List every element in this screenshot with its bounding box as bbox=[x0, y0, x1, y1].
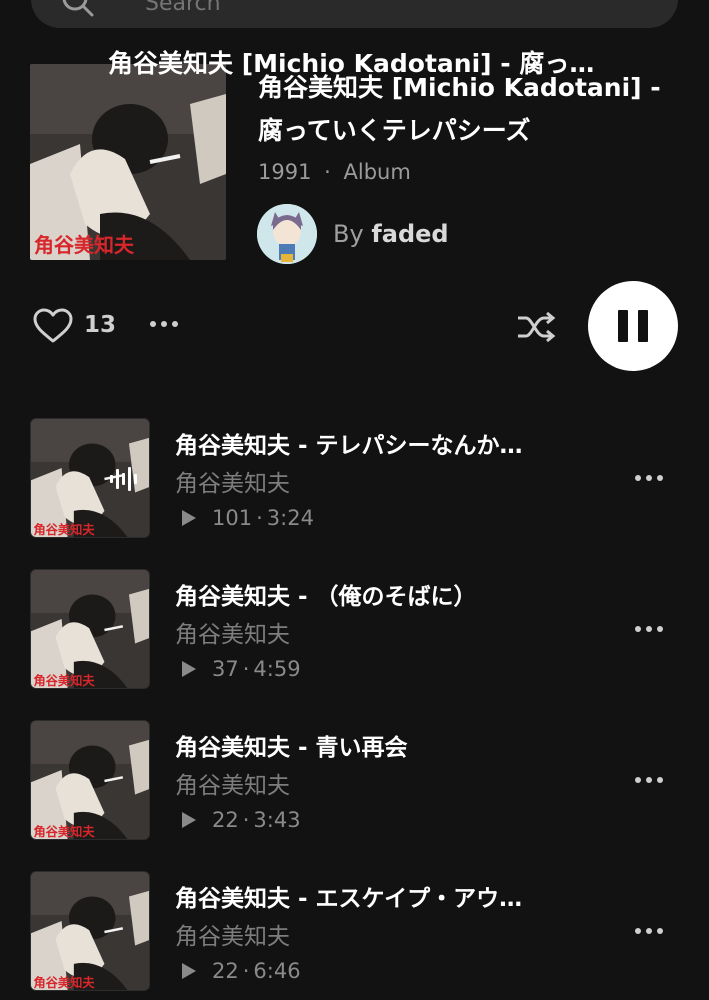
track-cover-text: 角谷美知夫 bbox=[33, 673, 95, 688]
search-bar[interactable] bbox=[31, 0, 678, 28]
by-label: By bbox=[333, 220, 364, 248]
now-playing-equalizer-icon bbox=[110, 467, 137, 491]
play-count-icon bbox=[182, 812, 196, 828]
more-icon[interactable] bbox=[634, 772, 664, 788]
track-title: 角谷美知夫 - 青い再会 bbox=[175, 735, 408, 761]
track-cover-art: 角谷美知夫 bbox=[31, 721, 149, 839]
search-input[interactable] bbox=[143, 0, 547, 17]
track-stats: 22 · 6:46 bbox=[180, 959, 301, 983]
track-stat-separator: · bbox=[242, 657, 250, 681]
track-cover-art: 角谷美知夫 bbox=[31, 570, 149, 688]
pause-button[interactable] bbox=[588, 281, 678, 371]
track-cover-text: 角谷美知夫 bbox=[33, 975, 95, 990]
track-thumbnail: 角谷美知夫 bbox=[30, 569, 150, 689]
track-duration: 4:59 bbox=[253, 657, 301, 681]
play-count-icon bbox=[182, 661, 196, 677]
play-count-icon bbox=[182, 510, 196, 526]
track-duration: 3:43 bbox=[253, 808, 301, 832]
heart-icon[interactable] bbox=[33, 308, 73, 344]
album-cover-art: 角谷美知夫 bbox=[30, 64, 226, 260]
track-artist: 角谷美知夫 bbox=[175, 773, 290, 799]
track-stats: 37 · 4:59 bbox=[180, 657, 301, 681]
track-stat-separator: · bbox=[256, 506, 263, 530]
owner-name[interactable]: faded bbox=[371, 220, 448, 248]
track-thumbnail: 角谷美知夫 bbox=[30, 418, 150, 538]
cover-text: 角谷美知夫 bbox=[34, 233, 135, 257]
album-meta: 1991 · Album bbox=[258, 160, 411, 184]
play-count-icon bbox=[182, 963, 196, 979]
track-row[interactable]: 角谷美知夫 角谷美知夫 - エスケイプ・アウ… 角谷美知夫 22 · 6:46 bbox=[0, 871, 709, 993]
like-count: 13 bbox=[84, 312, 117, 338]
album-title: 角谷美知夫 [Michio Kadotani] - 腐っていくテレパシーズ bbox=[258, 73, 661, 145]
avatar[interactable] bbox=[257, 204, 317, 264]
more-icon[interactable] bbox=[634, 470, 664, 486]
search-icon bbox=[62, 0, 94, 17]
track-row[interactable]: 角谷美知夫 角谷美知夫 - テレパシーなんか… 角谷美知夫 101 · 3:24 bbox=[0, 418, 709, 540]
track-title: 角谷美知夫 - エスケイプ・アウ… bbox=[175, 886, 523, 912]
track-artist: 角谷美知夫 bbox=[175, 924, 290, 950]
owner-line[interactable]: By faded bbox=[333, 220, 449, 248]
track-plays: 37 bbox=[212, 657, 239, 681]
album-cover: 角谷美知夫 bbox=[30, 64, 226, 260]
track-duration: 6:46 bbox=[253, 959, 301, 983]
avatar-image bbox=[257, 204, 317, 264]
track-title: 角谷美知夫 - テレパシーなんか… bbox=[175, 433, 523, 459]
track-artist: 角谷美知夫 bbox=[175, 622, 290, 648]
pause-icon-bar bbox=[638, 310, 648, 342]
track-row[interactable]: 角谷美知夫 角谷美知夫 - 青い再会 角谷美知夫 22 · 3:43 bbox=[0, 720, 709, 842]
more-icon[interactable] bbox=[634, 923, 664, 939]
track-title: 角谷美知夫 - （俺のそばに） bbox=[175, 584, 477, 610]
track-duration: 3:24 bbox=[266, 506, 314, 530]
track-thumbnail: 角谷美知夫 bbox=[30, 720, 150, 840]
shuffle-icon[interactable] bbox=[516, 310, 556, 344]
track-cover-text: 角谷美知夫 bbox=[33, 824, 95, 839]
track-row[interactable]: 角谷美知夫 角谷美知夫 - （俺のそばに） 角谷美知夫 37 · 4:59 bbox=[0, 569, 709, 691]
more-icon[interactable] bbox=[634, 621, 664, 637]
pause-icon bbox=[618, 310, 628, 342]
track-cover-art: 角谷美知夫 bbox=[31, 872, 149, 990]
track-artist: 角谷美知夫 bbox=[175, 471, 290, 497]
track-stats: 101 · 3:24 bbox=[180, 506, 314, 530]
track-plays: 101 bbox=[212, 506, 253, 530]
album-year: 1991 bbox=[258, 160, 312, 184]
track-stat-separator: · bbox=[242, 808, 250, 832]
track-plays: 22 bbox=[212, 959, 239, 983]
track-plays: 22 bbox=[212, 808, 239, 832]
album-type: Album bbox=[343, 160, 411, 184]
more-icon[interactable] bbox=[148, 312, 180, 336]
track-thumbnail: 角谷美知夫 bbox=[30, 871, 150, 991]
track-cover-text: 角谷美知夫 bbox=[33, 522, 95, 537]
meta-separator: · bbox=[324, 160, 331, 184]
track-stat-separator: · bbox=[242, 959, 250, 983]
track-stats: 22 · 3:43 bbox=[180, 808, 301, 832]
